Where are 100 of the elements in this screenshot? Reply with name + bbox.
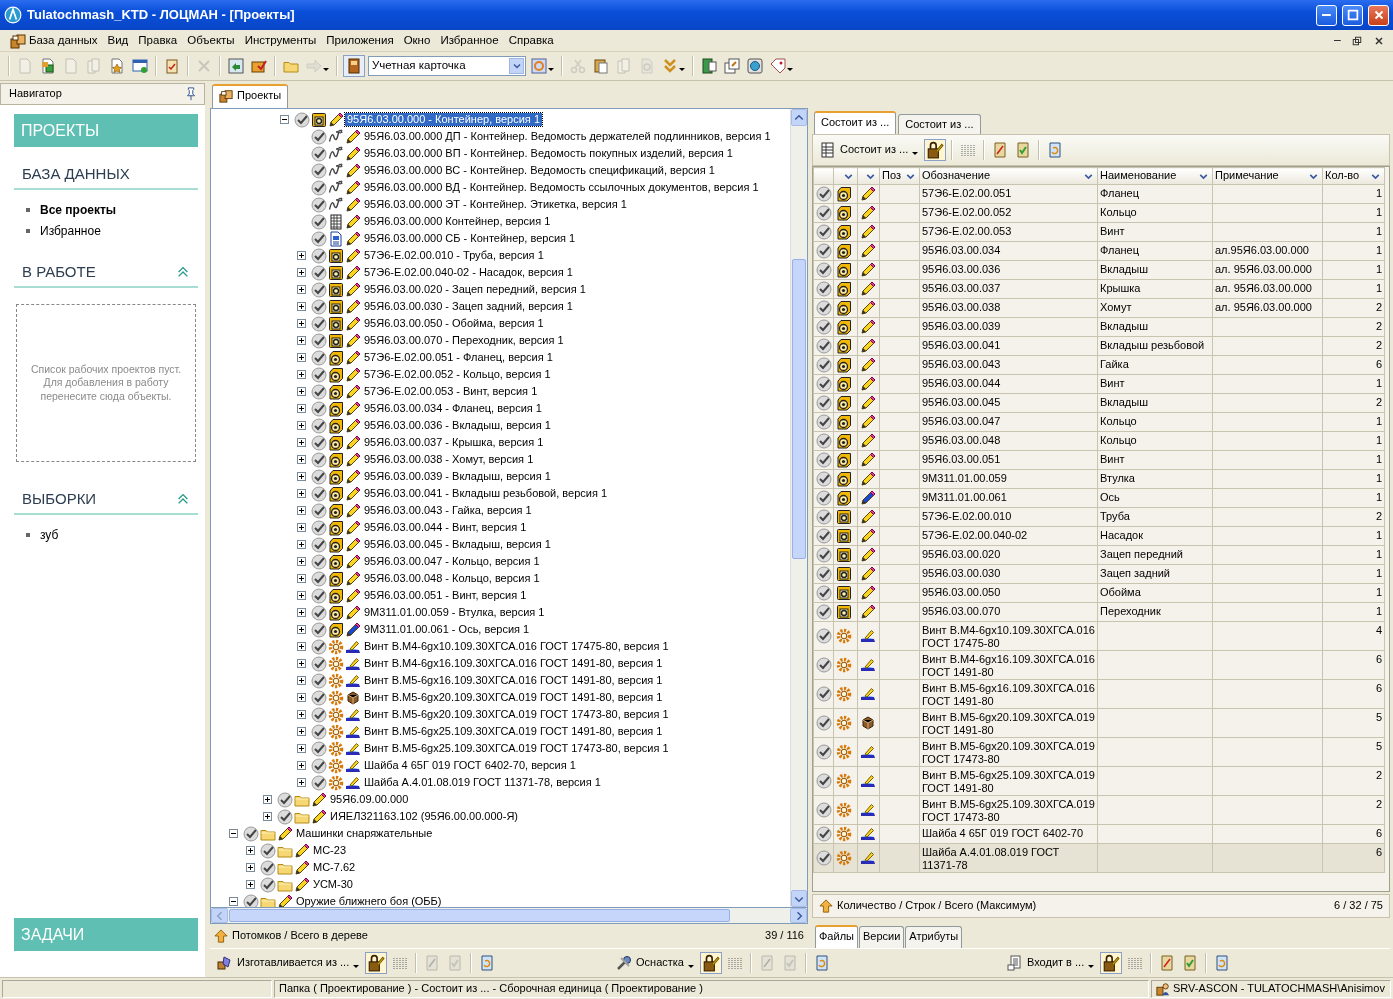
menu-item[interactable]: База данных <box>29 33 98 48</box>
lock-button[interactable] <box>1100 952 1123 974</box>
minimize-button[interactable] <box>1316 4 1337 26</box>
close-button[interactable] <box>1368 4 1389 26</box>
tree-node-label[interactable]: Оружие ближнего боя (ОББ) <box>294 894 444 907</box>
expand-icon[interactable] <box>297 557 306 566</box>
table-row[interactable]: 57Э6-Е.02.00.051 Фланец 1 <box>813 184 1385 204</box>
tree-node-label[interactable]: 95Я6.03.00.000 Контейнер, версия 1 <box>362 214 553 229</box>
section-heading[interactable]: БАЗА ДАННЫХ <box>22 165 130 184</box>
menu-item[interactable]: Вид <box>107 33 129 48</box>
nav-link[interactable]: Все проекты <box>40 203 117 218</box>
label-button[interactable] <box>768 56 795 76</box>
table-row[interactable]: 95Я6.03.00.038 Хомут ал. 95Я6.03.00.000 2 <box>813 298 1385 318</box>
maximize-button[interactable] <box>1342 4 1363 26</box>
expand-icon[interactable] <box>297 676 306 685</box>
tree-node-label[interactable]: 95Я6.03.00.000 - Контейнер, версия 1 <box>345 112 542 127</box>
table-row[interactable]: 9М311.01.00.059 Втулка 1 <box>813 469 1385 489</box>
tree-node-label[interactable]: Шайба А.4.01.08.019 ГОСТ 11371-78, версия 1 <box>362 775 603 790</box>
tree-node-label[interactable]: 57Э6-Е.02.00.010 - Труба, версия 1 <box>362 248 546 263</box>
tree-node-label[interactable]: Винт В.М4-6gx10.109.30ХГСА.016 ГОСТ 17475-80, версия 1 <box>362 639 671 654</box>
tree-node-label[interactable]: 95Я6.03.00.000 СБ - Контейнер, версия 1 <box>362 231 578 246</box>
tab[interactable]: Проекты <box>212 84 289 108</box>
window-button[interactable] <box>722 56 742 76</box>
scroll-right-button[interactable] <box>790 908 807 923</box>
expand-icon[interactable] <box>297 319 306 328</box>
table-row[interactable]: 95Я6.03.00.070 Переходник 1 <box>813 602 1385 622</box>
table-row[interactable]: 95Я6.03.00.039 Вкладыш 2 <box>813 317 1385 337</box>
nav-link[interactable]: зуб <box>40 527 59 543</box>
tree-node-label[interactable]: 57Э6-Е.02.00.040-02 - Насадок, версия 1 <box>362 265 575 280</box>
expand-icon[interactable] <box>297 489 306 498</box>
nav-link[interactable]: Избранное <box>40 223 101 238</box>
scrollbar-thumb[interactable] <box>792 259 806 559</box>
tab[interactable]: Атрибуты <box>905 925 963 948</box>
web-button[interactable] <box>745 56 765 76</box>
menu-item[interactable]: Справка <box>508 33 554 48</box>
expand-icon[interactable] <box>297 353 306 362</box>
tree-node-label[interactable]: Винт В.М5-6gx25.109.30ХГСА.019 ГОСТ 17473-80, версия 1 <box>362 741 671 756</box>
tree-node-label[interactable]: 95Я6.03.00.041 - Вкладыш резьбовой, версия 1 <box>362 486 610 501</box>
table-row[interactable]: 95Я6.03.00.051 Винт 1 <box>813 450 1385 470</box>
expand-icon[interactable] <box>297 472 306 481</box>
expand-icon[interactable] <box>297 625 306 634</box>
tab[interactable]: Версии <box>858 925 905 948</box>
card-settings-button[interactable] <box>529 56 556 76</box>
tree-node-label[interactable]: 95Я6.03.00.000 ВС - Контейнер. Ведомость спецификаций, версия 1 <box>362 163 717 178</box>
lock-button[interactable] <box>365 952 388 974</box>
new-window-button[interactable] <box>130 56 150 76</box>
expand-icon[interactable] <box>246 846 255 855</box>
tree-node-label[interactable]: МС-23 <box>311 843 348 858</box>
scrollbar-thumb[interactable] <box>229 909 730 922</box>
tree-node-label[interactable]: Винт В.М5-6gx20.109.30ХГСА.019 ГОСТ 1491-80, версия 1 <box>362 690 665 705</box>
table-row[interactable]: Шайба А.4.01.08.019 ГОСТ 11371-78 6 <box>813 843 1385 873</box>
tree-node-label[interactable]: 95Я6.03.00.038 - Хомут, версия 1 <box>362 452 536 467</box>
expand-icon[interactable] <box>297 387 306 396</box>
expand-icon[interactable] <box>297 336 306 345</box>
table-row[interactable]: 95Я6.03.00.041 Вкладыш резьбовой 2 <box>813 336 1385 356</box>
tree-node-label[interactable]: Машинки снаряжательные <box>294 826 435 841</box>
collapse-icon[interactable] <box>229 897 238 906</box>
collapse-icon[interactable] <box>280 115 289 124</box>
table-row[interactable]: Винт В.М5-6gx16.109.30ХГСА.016 ГОСТ 1491-80 6 <box>813 679 1385 709</box>
table-row[interactable]: 95Я6.03.00.050 Обойма 1 <box>813 583 1385 603</box>
expand-icon[interactable] <box>297 506 306 515</box>
collapse-icon[interactable] <box>229 829 238 838</box>
table-row[interactable]: Винт В.М5-6gx25.109.30ХГСА.019 ГОСТ 17473-80 2 <box>813 795 1385 825</box>
expand-icon[interactable] <box>297 455 306 464</box>
expand-icon[interactable] <box>297 761 306 770</box>
expand-icon[interactable] <box>297 540 306 549</box>
table-row[interactable]: Винт В.М4-6gx16.109.30ХГСА.016 ГОСТ 1491-80 6 <box>813 650 1385 680</box>
tree-node-label[interactable]: 95Я6.03.00.000 ВП - Контейнер. Ведомость покупных изделий, версия 1 <box>362 146 735 161</box>
expand-icon[interactable] <box>297 608 306 617</box>
relation-dropdown[interactable]: Изготавливается из ... <box>214 953 363 973</box>
table-row[interactable]: 57Э6-Е.02.00.053 Винт 1 <box>813 222 1385 242</box>
table-row[interactable]: 95Я6.03.00.034 Фланец ал.95Я6.03.00.000 1 <box>813 241 1385 261</box>
table-row[interactable]: 95Я6.03.00.044 Винт 1 <box>813 374 1385 394</box>
tree-node-label[interactable]: УСМ-30 <box>311 877 355 892</box>
tab[interactable]: Файлы <box>815 924 858 948</box>
scroll-down-button[interactable] <box>791 890 807 907</box>
menu-item[interactable]: Избранное <box>440 33 499 48</box>
scroll-up-button[interactable] <box>791 109 807 126</box>
menu-item[interactable]: Приложения <box>326 33 394 48</box>
expand-icon[interactable] <box>297 370 306 379</box>
tree-node-label[interactable]: 95Я6.03.00.034 - Фланец, версия 1 <box>362 401 544 416</box>
expand-icon[interactable] <box>246 880 255 889</box>
table-row[interactable]: 95Я6.03.00.047 Кольцо 1 <box>813 412 1385 432</box>
card-type-dropdown[interactable]: Учетная карточка <box>368 56 526 76</box>
expand-icon[interactable] <box>297 421 306 430</box>
table-row[interactable]: Шайба 4 65Г 019 ГОСТ 6402-70 6 <box>813 824 1385 844</box>
menu-item[interactable]: Правка <box>138 33 178 48</box>
table-row[interactable]: 57Э6-Е.02.00.040-02 Насадок 1 <box>813 526 1385 546</box>
expand-icon[interactable] <box>297 268 306 277</box>
table-row[interactable]: 95Я6.03.00.043 Гайка 6 <box>813 355 1385 375</box>
expand-icon[interactable] <box>297 591 306 600</box>
view-dropdown[interactable]: Состоит из ... <box>817 140 922 160</box>
tree-node-label[interactable]: 95Я6.03.00.030 - Зацеп задний, версия 1 <box>362 299 575 314</box>
expand-icon[interactable] <box>263 812 272 821</box>
tree-node-label[interactable]: 95Я6.03.00.044 - Винт, версия 1 <box>362 520 529 535</box>
relation-dropdown[interactable]: Входит в ... <box>1004 953 1098 973</box>
tree-node-label[interactable]: 57Э6-Е.02.00.051 - Фланец, версия 1 <box>362 350 555 365</box>
table-row[interactable]: Винт В.М5-6gx20.109.30ХГСА.019 ГОСТ 17473-80 5 <box>813 737 1385 767</box>
menu-item[interactable]: Окно <box>403 33 431 48</box>
tree-node-label[interactable]: 95Я6.03.00.051 - Винт, версия 1 <box>362 588 529 603</box>
